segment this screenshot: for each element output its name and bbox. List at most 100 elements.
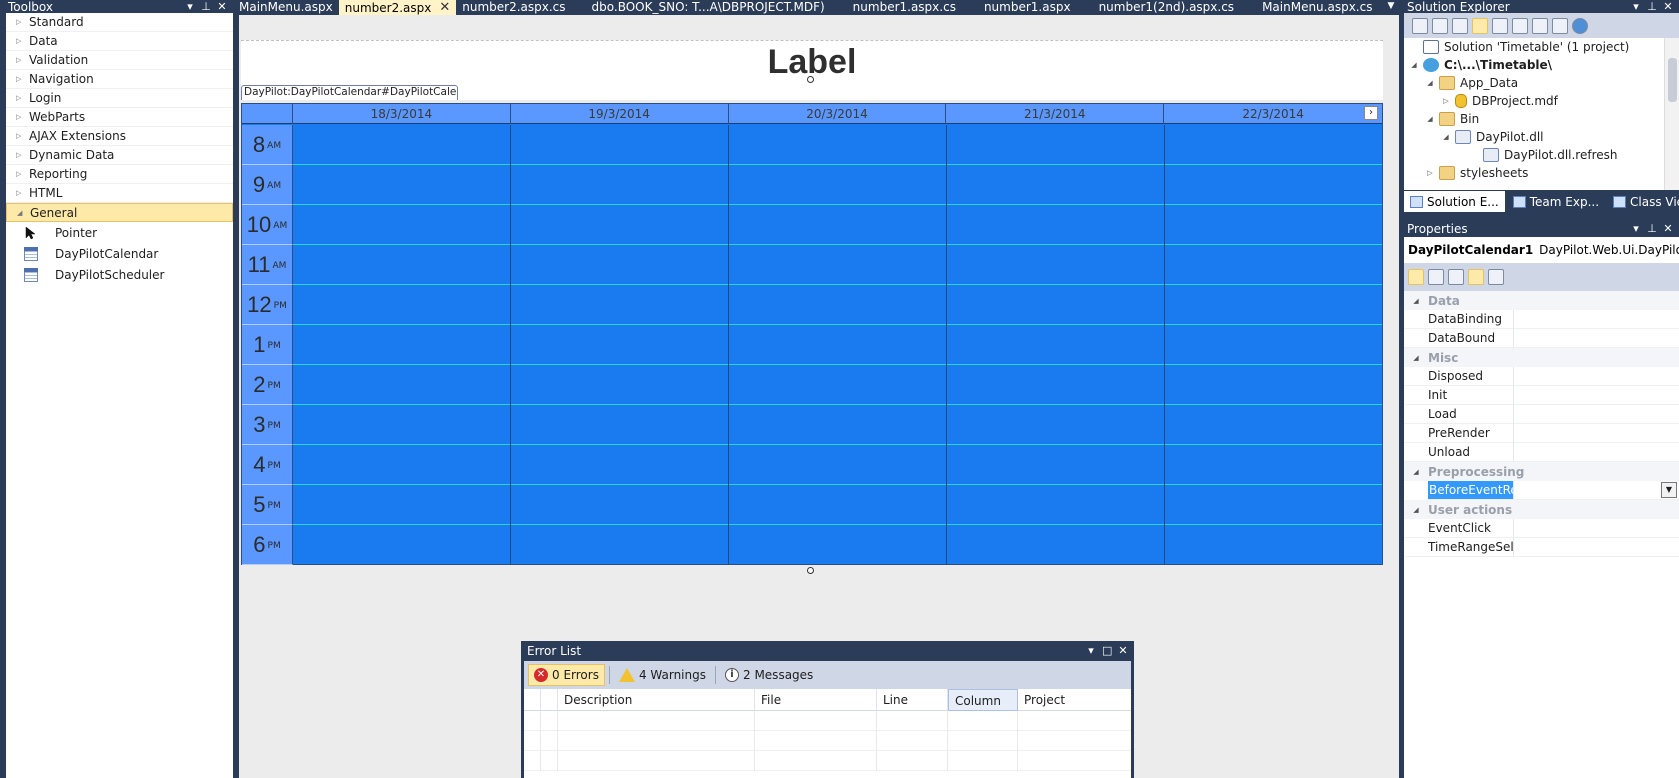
property-value[interactable] [1514, 538, 1679, 557]
dropdown-icon[interactable]: ▾ [1086, 645, 1096, 657]
tab-number1-2nd-aspx-cs[interactable]: number1(2nd).aspx.cs [1093, 0, 1241, 15]
errors-filter-button[interactable]: ✕ 0 Errors [528, 664, 605, 686]
messages-filter-button[interactable]: i 2 Messages [720, 664, 818, 686]
category-user-actions[interactable]: ◢ User actions [1404, 500, 1679, 519]
collapse-arrow-icon[interactable]: ◢ [1424, 79, 1436, 87]
tree-node-dbproject-mdf[interactable]: ▷ DBProject.mdf [1404, 92, 1679, 110]
chevron-down-icon[interactable]: ▼ [1661, 482, 1677, 498]
close-icon[interactable]: ✕ [1663, 0, 1673, 13]
properties-view-icon[interactable] [1448, 269, 1464, 285]
collapse-arrow-icon[interactable]: ◢ [1404, 354, 1428, 362]
view-code-icon[interactable] [1492, 17, 1508, 34]
pin-icon[interactable]: ⊥ [1647, 0, 1657, 13]
collapse-arrow-icon[interactable]: ◢ [1404, 506, 1428, 514]
property-row-init[interactable]: Init [1404, 386, 1679, 405]
category-misc[interactable]: ◢ Misc [1404, 348, 1679, 367]
property-value[interactable] [1514, 443, 1679, 462]
tree-node-app-data[interactable]: ◢ App_Data [1404, 74, 1679, 92]
toolbox-category-standard[interactable]: ▷ Standard [6, 13, 233, 32]
events-lightning-icon[interactable] [1468, 269, 1484, 285]
project-column-header[interactable]: Project [1018, 689, 1131, 711]
toolbox-item-daypilotcalendar[interactable]: DayPilotCalendar [6, 243, 233, 264]
scrollbar-thumb[interactable] [1668, 58, 1677, 102]
property-row-databinding[interactable]: DataBinding [1404, 310, 1679, 329]
toolbox-category-html[interactable]: ▷ HTML [6, 184, 233, 203]
toolbox-category-reporting[interactable]: ▷ Reporting [6, 165, 233, 184]
property-value[interactable] [1514, 424, 1679, 443]
property-value[interactable]: ▼ [1514, 481, 1679, 500]
tree-node-stylesheets[interactable]: ▷ stylesheets [1404, 164, 1679, 182]
vertical-scrollbar[interactable] [1664, 38, 1679, 190]
daypilot-calendar[interactable]: 18/3/2014 19/3/2014 20/3/2014 21/3/2014 … [241, 103, 1383, 565]
collapse-arrow-icon[interactable]: ◢ [1408, 61, 1420, 69]
property-pages-icon[interactable] [1488, 269, 1504, 285]
dropdown-icon[interactable]: ▾ [1631, 0, 1641, 13]
property-row-eventclick[interactable]: EventClick [1404, 519, 1679, 538]
tab-number1-aspx-cs[interactable]: number1.aspx.cs [847, 0, 962, 15]
day-header[interactable]: 18/3/2014 [293, 104, 511, 124]
show-all-files-icon[interactable] [1432, 17, 1448, 34]
tree-node-project[interactable]: ◢ C:\...\Timetable\ [1404, 56, 1679, 74]
toolbox-category-ajax-extensions[interactable]: ▷ AJAX Extensions [6, 127, 233, 146]
dropdown-icon[interactable]: ▾ [1631, 222, 1641, 235]
property-row-timerangeselected[interactable]: TimeRangeSelec [1404, 538, 1679, 557]
line-column-header[interactable]: Line [877, 689, 948, 711]
copy-website-icon[interactable] [1532, 17, 1548, 34]
property-value[interactable] [1514, 329, 1679, 348]
close-icon[interactable]: ✕ [1118, 645, 1128, 657]
warnings-filter-button[interactable]: 4 Warnings [614, 664, 711, 686]
icon-column-header[interactable] [524, 689, 541, 711]
category-preprocessing[interactable]: ◢ Preprocessing [1404, 462, 1679, 481]
toolbox-item-daypilotscheduler[interactable]: DayPilotScheduler [6, 264, 233, 285]
web-reference-icon[interactable] [1572, 17, 1588, 34]
day-header[interactable]: 19/3/2014 [511, 104, 729, 124]
tab-number2-aspx[interactable]: number2.aspx ✕ [338, 0, 457, 15]
property-row-prerender[interactable]: PreRender [1404, 424, 1679, 443]
toolbox-category-general[interactable]: ◢ General [6, 203, 233, 222]
column-column-header[interactable]: Column [948, 689, 1018, 711]
tab-number2-aspx-cs[interactable]: number2.aspx.cs [456, 0, 571, 15]
collapse-arrow-icon[interactable]: ◢ [1440, 133, 1452, 141]
tab-dbo-book-sno[interactable]: dbo.BOOK_SNO: T...A\DBPROJECT.MDF) [586, 0, 831, 15]
property-value[interactable] [1514, 405, 1679, 424]
resize-handle-bottom[interactable] [807, 567, 814, 574]
day-header[interactable]: 21/3/2014 [946, 104, 1165, 124]
property-value[interactable] [1514, 367, 1679, 386]
tab-mainmenu-aspx[interactable]: MainMenu.aspx [233, 0, 339, 15]
property-value[interactable] [1514, 386, 1679, 405]
tab-class-view[interactable]: Class View [1607, 191, 1679, 212]
collapse-arrow-icon[interactable]: ◢ [1424, 115, 1436, 123]
next-arrow-icon[interactable]: › [1364, 106, 1378, 120]
tree-node-solution[interactable]: Solution 'Timetable' (1 project) [1404, 38, 1679, 56]
toolbox-category-data[interactable]: ▷ Data [6, 32, 233, 51]
toolbox-category-dynamic-data[interactable]: ▷ Dynamic Data [6, 146, 233, 165]
expand-arrow-icon[interactable]: ▷ [1440, 97, 1452, 105]
expand-arrow-icon[interactable]: ▷ [1424, 169, 1436, 177]
toolbox-item-pointer[interactable]: Pointer [6, 222, 233, 243]
toolbox-category-webparts[interactable]: ▷ WebParts [6, 108, 233, 127]
calendar-grid[interactable] [293, 125, 1382, 565]
tree-node-daypilot-dll-refresh[interactable]: DayPilot.dll.refresh [1404, 146, 1679, 164]
resize-handle-top[interactable] [807, 76, 814, 83]
pin-icon[interactable]: ⊥ [201, 0, 211, 13]
properties-icon[interactable] [1412, 17, 1428, 34]
collapse-arrow-icon[interactable]: ◢ [1404, 468, 1428, 476]
view-designer-icon[interactable] [1512, 17, 1528, 34]
property-row-unload[interactable]: Unload [1404, 443, 1679, 462]
alphabetical-icon[interactable] [1428, 269, 1444, 285]
category-data[interactable]: ◢ Data [1404, 291, 1679, 310]
control-smart-tag[interactable]: DayPilot:DayPilotCalendar#DayPilotCalen.… [241, 85, 458, 100]
property-row-beforeeventrender[interactable]: BeforeEventRend ▼ [1404, 481, 1679, 500]
tab-team-explorer[interactable]: Team Exp... [1507, 191, 1605, 212]
pin-icon[interactable]: ⊥ [1647, 222, 1657, 235]
toolbox-category-navigation[interactable]: ▷ Navigation [6, 70, 233, 89]
property-value[interactable] [1514, 310, 1679, 329]
tab-mainmenu-aspx-cs[interactable]: MainMenu.aspx.cs [1256, 0, 1378, 15]
tree-node-bin[interactable]: ◢ Bin [1404, 110, 1679, 128]
number-column-header[interactable] [541, 689, 558, 711]
tab-solution-explorer[interactable]: Solution E... [1404, 191, 1505, 212]
maximize-icon[interactable]: □ [1102, 645, 1112, 657]
tab-overflow-dropdown-icon[interactable]: ▼ [1383, 0, 1399, 15]
property-value[interactable] [1514, 519, 1679, 538]
dropdown-icon[interactable]: ▾ [185, 0, 195, 13]
